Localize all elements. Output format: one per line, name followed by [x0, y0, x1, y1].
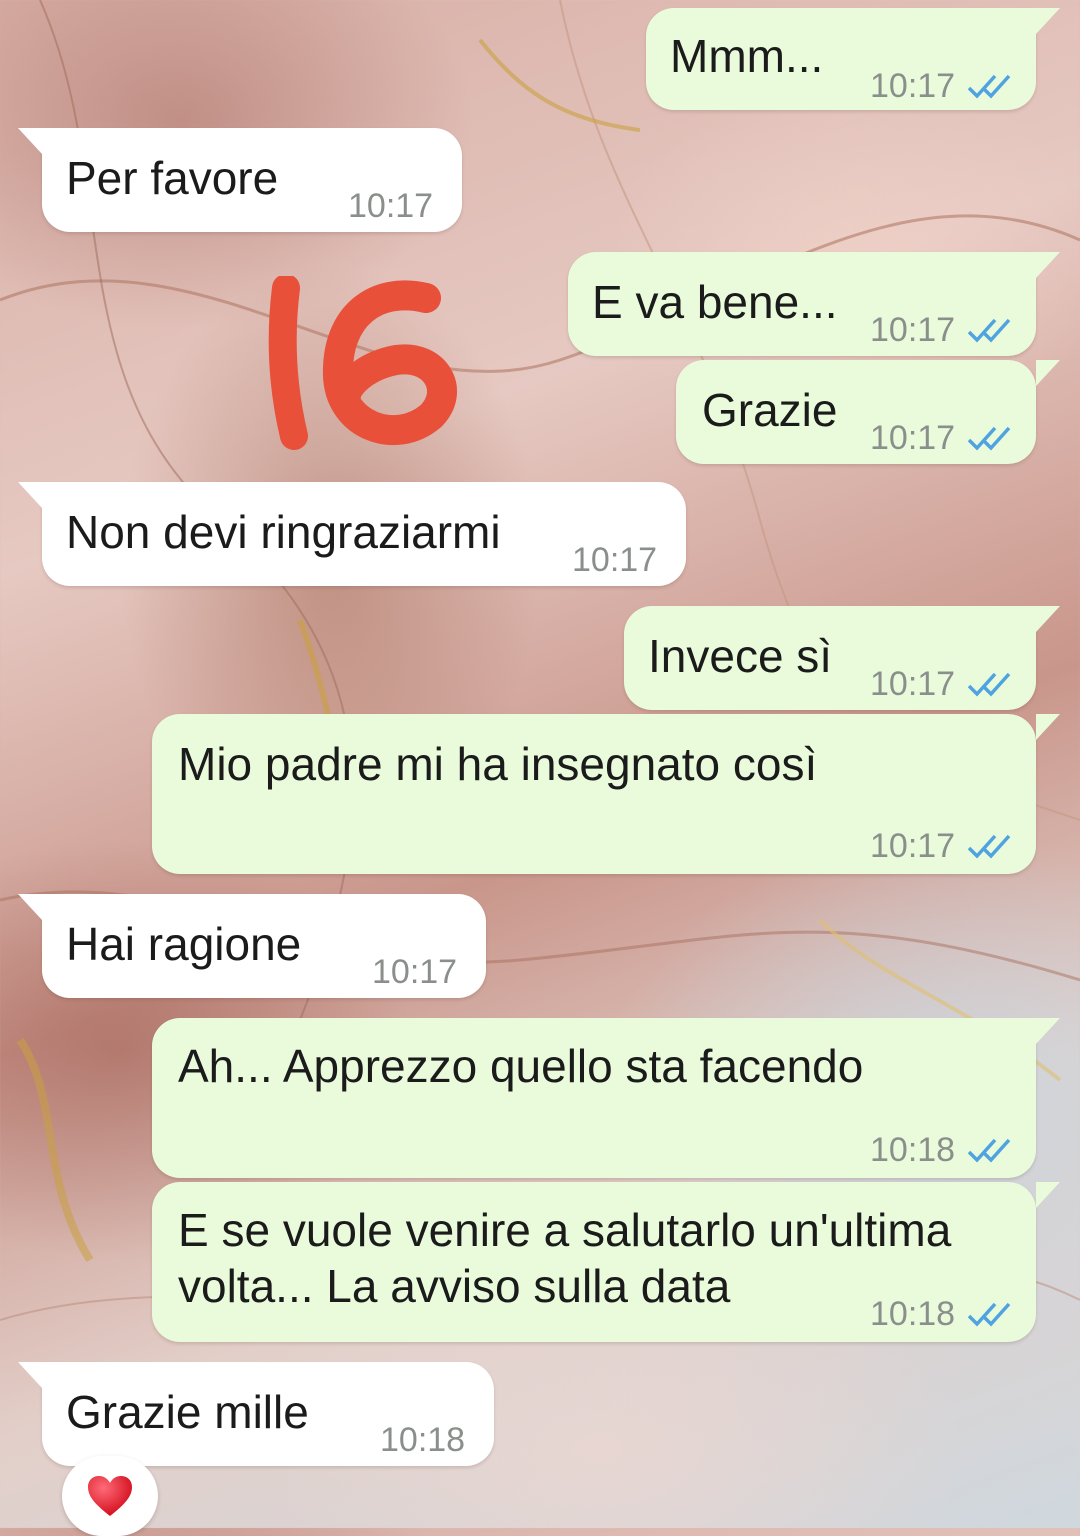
message-time: 10:17	[870, 665, 956, 703]
message-text: Mio padre mi ha insegnato così	[178, 738, 818, 790]
message-text: Ah... Apprezzo quello sta facendo	[178, 1040, 864, 1092]
message-time: 10:17	[572, 541, 658, 579]
message-time: 10:17	[870, 827, 956, 865]
message-time: 10:17	[870, 419, 956, 457]
message-time: 10:18	[870, 1295, 956, 1333]
message-meta: 10:18	[870, 1122, 1013, 1178]
message-time: 10:17	[372, 953, 458, 991]
message-meta: 10:17	[870, 58, 1013, 114]
read-ticks-icon	[967, 834, 1011, 859]
number-sticker: 16	[246, 276, 457, 450]
message-bubble-outgoing[interactable]: E se vuole venire a salutarlo un'ultima …	[152, 1182, 1060, 1342]
message-reaction[interactable]	[62, 1456, 158, 1536]
read-ticks-icon	[967, 74, 1011, 99]
message-meta: 10:17	[348, 178, 433, 234]
message-text: Grazie mille	[66, 1386, 309, 1438]
read-ticks-icon	[967, 318, 1011, 343]
read-ticks-icon	[967, 426, 1011, 451]
message-meta: 10:17	[870, 410, 1013, 466]
message-text: Grazie	[702, 384, 838, 436]
message-text: Per favore	[66, 152, 279, 204]
message-bubble-incoming[interactable]: Hai ragione 10:17	[18, 894, 486, 1000]
message-bubble-outgoing[interactable]: Ah... Apprezzo quello sta facendo 10:18	[152, 1018, 1060, 1178]
message-meta: 10:18	[380, 1412, 465, 1468]
message-text: Hai ragione	[66, 918, 302, 970]
message-time: 10:18	[380, 1421, 466, 1459]
message-bubble-outgoing[interactable]: Mio padre mi ha insegnato così 10:17	[152, 714, 1060, 874]
message-meta: 10:17	[372, 944, 457, 1000]
red-heart-icon	[88, 1476, 132, 1516]
message-bubble-outgoing[interactable]: Mmm... 10:17	[646, 8, 1060, 110]
message-text: Mmm...	[670, 30, 824, 82]
message-text: E se vuole venire a salutarlo un'ultima …	[178, 1204, 952, 1312]
message-meta: 10:17	[572, 532, 657, 588]
message-meta: 10:18	[870, 1286, 1013, 1342]
message-bubble-incoming[interactable]: Grazie mille 10:18	[18, 1362, 494, 1468]
message-text: Invece sì	[648, 630, 833, 682]
read-ticks-icon	[967, 1138, 1011, 1163]
message-time: 10:17	[870, 311, 956, 349]
sticker-label: 16	[246, 276, 248, 277]
message-meta: 10:17	[870, 818, 1013, 874]
message-bubble-incoming[interactable]: Per favore 10:17	[18, 128, 462, 234]
message-time: 10:17	[348, 187, 434, 225]
read-ticks-icon	[967, 672, 1011, 697]
message-time: 10:17	[870, 67, 956, 105]
message-meta: 10:17	[870, 656, 1013, 712]
message-text: E va bene...	[592, 276, 838, 328]
message-bubble-outgoing[interactable]: Invece sì 10:17	[624, 606, 1060, 712]
message-bubble-outgoing[interactable]: Grazie 10:17	[676, 360, 1060, 466]
message-text: Non devi ringraziarmi	[66, 506, 501, 558]
message-meta: 10:17	[870, 302, 1013, 358]
message-bubble-outgoing[interactable]: E va bene... 10:17	[568, 252, 1060, 358]
message-bubble-incoming[interactable]: Non devi ringraziarmi 10:17	[18, 482, 686, 588]
read-ticks-icon	[967, 1302, 1011, 1327]
message-time: 10:18	[870, 1131, 956, 1169]
